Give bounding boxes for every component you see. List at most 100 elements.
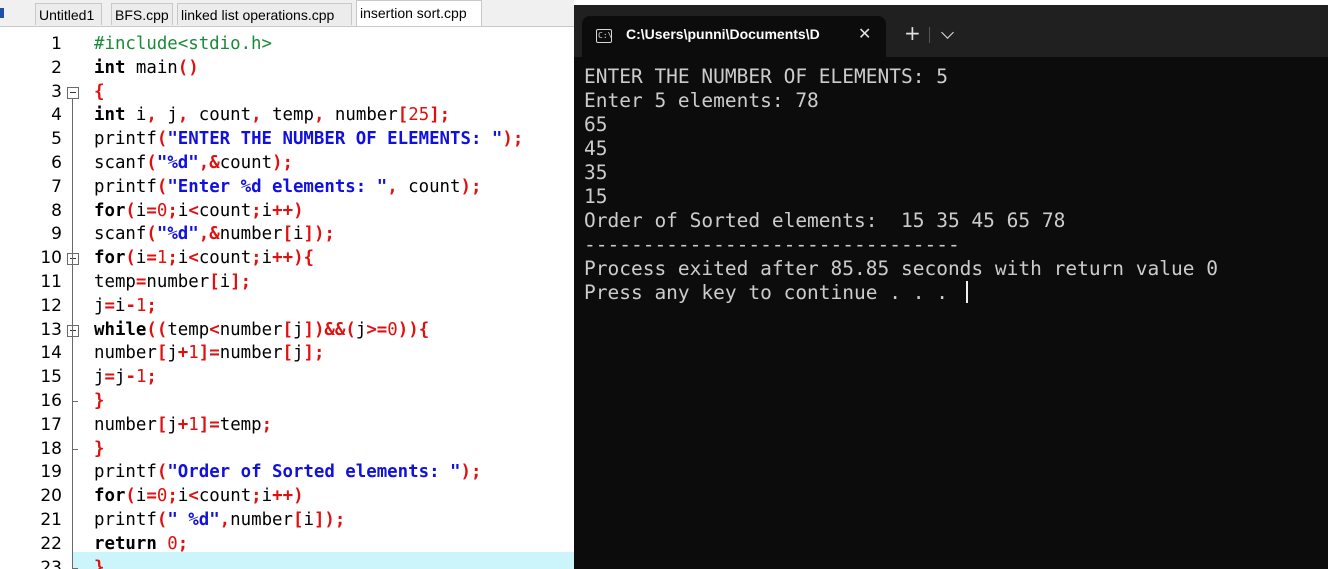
code-token: "Enter %d elements: " — [167, 176, 388, 197]
line-number: 6 — [51, 153, 62, 173]
tab-linked-list-operations-cpp[interactable]: linked list operations.cpp — [177, 3, 352, 25]
code-token: ); — [460, 176, 482, 197]
terminal-line: 15 — [584, 185, 607, 209]
code-token: number — [324, 105, 398, 126]
line-number: 11 — [40, 272, 62, 292]
code-line: #include<stdio.h> — [94, 32, 272, 56]
code-token: j — [156, 105, 178, 126]
line-number: 8 — [51, 200, 62, 221]
code-token: = — [135, 272, 147, 292]
code-token: ; — [167, 200, 178, 221]
fold-toggle-icon[interactable] — [67, 86, 79, 99]
line-number: 4 — [51, 105, 62, 126]
terminal-output[interactable]: ENTER THE NUMBER OF ELEMENTS: 5 Enter 5 e… — [584, 65, 1328, 569]
code-token: = — [146, 248, 157, 269]
code-token: i — [303, 510, 314, 530]
chevron-down-icon[interactable] — [941, 26, 954, 39]
code-line: while((temp<number[j])&&(j>=0)){ — [94, 318, 429, 342]
code-token: ; — [167, 248, 178, 269]
code-line: number[j+1]=number[j]; — [94, 341, 324, 365]
editor-tab-bar: Untitled1 BFS.cpp linked list operations… — [0, 0, 574, 27]
tab-insertion-sort-cpp[interactable]: insertion sort.cpp — [356, 0, 482, 26]
code-line: int i, j, count, temp, number[25]; — [94, 103, 450, 127]
code-token: < — [188, 248, 199, 269]
code-token: (( — [146, 319, 168, 340]
code-token: ++) — [272, 486, 304, 507]
code-token: printf — [94, 462, 157, 483]
terminal-line: Process exited after 85.85 seconds with … — [584, 257, 1218, 281]
code-token: < — [188, 486, 199, 507]
code-token: } — [94, 557, 105, 569]
tab-untitled1[interactable]: Untitled1 — [35, 3, 102, 25]
fold-guide — [72, 98, 73, 568]
code-token: ]); — [303, 224, 335, 245]
code-token: , — [146, 105, 157, 126]
terminal-line: Press any key to continue . . . — [584, 281, 968, 305]
code-token: i — [293, 224, 304, 245]
code-token: printf — [94, 510, 157, 530]
project-panel-edge — [0, 8, 4, 18]
terminal-line: -------------------------------- — [584, 233, 960, 257]
code-token: = — [104, 295, 115, 316]
code-token: , — [387, 176, 398, 197]
code-line: } — [94, 556, 104, 569]
fold-toggle-icon[interactable] — [67, 324, 79, 337]
close-tab-icon[interactable]: ✕ — [858, 24, 871, 43]
code-token: ; — [167, 486, 178, 507]
code-token: , — [251, 105, 262, 126]
code-token: i — [135, 486, 147, 507]
code-token: ( — [146, 224, 157, 245]
line-number: 9 — [51, 224, 62, 245]
code-token: return — [94, 533, 157, 554]
fold-toggle-icon[interactable] — [67, 253, 79, 266]
code-token: 1 — [188, 343, 199, 364]
line-number: 7 — [51, 176, 62, 197]
code-token: , — [219, 510, 231, 530]
terminal-line-text: Order of Sorted elements: 15 35 45 65 78 — [584, 209, 1066, 232]
code-token: j — [94, 367, 105, 388]
code-token: } — [94, 391, 105, 411]
line-number: 21 — [40, 510, 62, 530]
code-token: i — [219, 272, 231, 292]
line-number: 5 — [51, 129, 62, 150]
code-token: i — [135, 200, 147, 221]
code-token: count — [198, 486, 252, 507]
code-token: ( — [125, 486, 136, 507]
code-token: ); — [460, 462, 482, 483]
code-token: int — [94, 57, 126, 78]
terminal-line-text: Enter 5 elements: 78 — [584, 89, 819, 112]
line-number-gutter: 1 2 3 4 5 6 7 8 9 10 11 12 13 14 15 16 17 18 19 20 21 22 23 — [0, 32, 72, 569]
code-token: ]; — [303, 343, 325, 364]
code-token: 0 — [156, 533, 178, 554]
code-line: scanf("%d",&count); — [94, 151, 293, 175]
line-number: 1 — [51, 34, 62, 54]
code-token: j — [114, 367, 126, 388]
code-token: i — [261, 486, 273, 507]
code-token: ])&&( — [303, 319, 356, 340]
line-number: 23 — [40, 557, 62, 569]
code-token: temp — [261, 105, 314, 126]
code-token: [ — [397, 105, 409, 126]
code-token: ( — [156, 462, 168, 483]
code-token: - — [125, 367, 136, 388]
new-tab-icon[interactable]: + — [904, 23, 921, 43]
code-token: j — [167, 414, 178, 435]
code-token: = — [146, 200, 157, 221]
code-token: "%d" — [156, 153, 199, 173]
code-token: () — [177, 57, 199, 78]
code-token: j — [355, 319, 367, 340]
terminal-line: Enter 5 elements: 78 — [584, 89, 819, 113]
console-window[interactable]: C:\ C:\Users\punni\Documents\D ✕ + ENTER… — [574, 5, 1328, 569]
line-number: 10 — [40, 248, 62, 269]
code-token: j — [293, 319, 304, 340]
code-line: j=i-1; — [94, 294, 157, 318]
code-area[interactable]: #include<stdio.h> int main(){int i, j, co… — [94, 32, 574, 569]
code-token: i — [125, 105, 147, 126]
terminal-tab[interactable]: C:\ C:\Users\punni\Documents\D ✕ — [582, 16, 886, 57]
tab-bfs-cpp[interactable]: BFS.cpp — [111, 3, 173, 25]
code-token: number — [230, 510, 293, 530]
code-token: while — [94, 319, 147, 340]
fold-end-marker — [72, 567, 78, 569]
code-token: = — [104, 367, 115, 388]
code-line: number[j+1]=temp; — [94, 413, 272, 437]
